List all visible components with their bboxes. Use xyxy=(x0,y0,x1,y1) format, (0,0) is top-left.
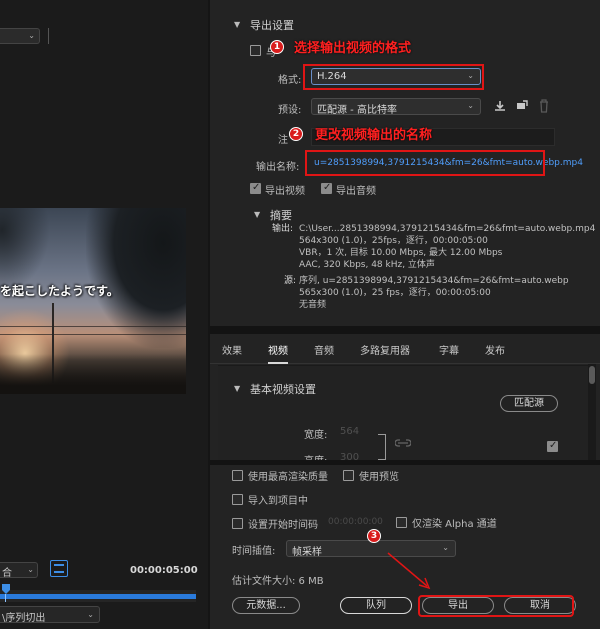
annotation-step-2-badge: 2 xyxy=(289,127,303,141)
estimated-file-size: 估计文件大小: 6 MB xyxy=(232,576,324,587)
fit-dropdown-value: 合 xyxy=(2,568,12,579)
use-previews-checkbox[interactable] xyxy=(343,470,354,481)
collapse-triangle-icon[interactable]: ▼ xyxy=(234,384,240,393)
import-to-project-label: 导入到项目中 xyxy=(248,496,308,507)
summary-line: 无音频 xyxy=(299,300,327,310)
chevron-down-icon: ⌄ xyxy=(27,565,34,574)
summary-line: C:\User...2851398994,3791215434&fm=26&fm… xyxy=(299,224,596,234)
max-render-quality-checkbox[interactable] xyxy=(232,470,243,481)
summary-line: 序列, u=2851398994,3791215434&fm=26&fmt=au… xyxy=(299,276,569,286)
chevron-down-icon: ⌄ xyxy=(467,101,474,110)
chevron-down-icon: ⌄ xyxy=(87,610,94,619)
annotation-arrow-icon xyxy=(387,552,431,590)
scrollbar-thumb[interactable] xyxy=(589,366,595,384)
tab-video[interactable]: 视频 xyxy=(268,342,288,364)
summary-output-label: 输出: xyxy=(272,224,294,234)
width-label: 宽度: xyxy=(304,430,328,441)
summary-line: AAC, 320 Kbps, 48 kHz, 立体声 xyxy=(299,260,435,270)
preview-tree-silhouette xyxy=(86,208,186,348)
marker-button[interactable] xyxy=(50,560,68,577)
video-preview xyxy=(0,208,186,394)
import-preset-icon[interactable] xyxy=(515,99,529,113)
export-video-checkbox[interactable] xyxy=(250,182,261,194)
tab-effects[interactable]: 效果 xyxy=(222,342,242,357)
link-icon[interactable] xyxy=(395,436,411,450)
source-range-value: \序列切出 xyxy=(2,613,46,624)
annotation-output-name-highlight xyxy=(305,150,545,176)
timeline-range-bar[interactable] xyxy=(0,594,196,599)
import-to-project-checkbox[interactable] xyxy=(232,494,243,505)
time-interpolation-label: 时间插值: xyxy=(232,546,276,557)
queue-button[interactable]: 队列 xyxy=(340,597,412,614)
comment-label: 注 xyxy=(278,135,288,146)
collapse-triangle-icon[interactable]: ▼ xyxy=(254,210,260,219)
export-audio-label: 导出音频 xyxy=(336,186,376,197)
save-preset-icon[interactable] xyxy=(493,99,507,113)
zoom-dropdown[interactable]: ⌄ xyxy=(0,28,40,44)
render-alpha-only-checkbox[interactable] xyxy=(396,517,407,528)
section-title-export-settings: 导出设置 xyxy=(250,19,294,32)
chevron-down-icon: ⌄ xyxy=(442,543,449,552)
panel-divider xyxy=(210,460,600,465)
annotation-export-highlight xyxy=(418,595,574,617)
aspect-link-bracket xyxy=(378,434,386,460)
delete-preset-icon[interactable] xyxy=(538,99,550,113)
annotation-step-1-badge: 1 xyxy=(270,40,284,54)
match-source-button[interactable]: 匹配源 xyxy=(500,395,558,412)
width-value[interactable]: 564 xyxy=(340,426,359,437)
tab-publish[interactable]: 发布 xyxy=(485,342,505,357)
tab-bar: 效果 视频 音频 多路复用器 字幕 发布 xyxy=(210,334,600,364)
metadata-button[interactable]: 元数据... xyxy=(232,597,300,614)
source-range-dropdown[interactable]: \序列切出 ⌄ xyxy=(0,606,100,624)
playhead-line xyxy=(5,594,6,602)
tab-audio[interactable]: 音频 xyxy=(314,342,334,357)
export-audio-checkbox[interactable] xyxy=(321,182,332,194)
summary-line: 565x300 (1.0)，25 fps，逐行，00:00:05:00 xyxy=(299,288,491,298)
max-render-quality-label: 使用最高渲染质量 xyxy=(248,472,328,483)
collapse-triangle-icon[interactable]: ▼ xyxy=(234,20,240,29)
annotation-step-2-text: 更改视频输出的名称 xyxy=(315,128,433,143)
preset-label: 预设: xyxy=(278,105,302,116)
export-video-label: 导出视频 xyxy=(265,186,305,197)
output-name-label: 输出名称: xyxy=(256,162,300,173)
preview-power-line xyxy=(0,334,186,335)
annotation-step-3-badge: 3 xyxy=(367,529,381,543)
summary-title: 摘要 xyxy=(270,209,292,222)
panel-divider xyxy=(210,326,600,334)
summary-line: VBR，1 次, 目标 10.00 Mbps, 最大 12.00 Mbps xyxy=(299,248,503,258)
program-monitor-panel: ⌄ を起こしたようです。 合 ⌄ 00:00:05:00 \序列切出 ⌄ xyxy=(0,0,208,629)
chevron-down-icon: ⌄ xyxy=(28,31,35,40)
render-alpha-only-label: 仅渲染 Alpha 通道 xyxy=(412,519,497,530)
format-label: 格式: xyxy=(278,75,302,86)
time-interpolation-value: 帧采样 xyxy=(292,547,322,558)
preset-value: 匹配源 - 高比特率 xyxy=(317,105,397,116)
preview-tree-silhouette xyxy=(0,208,50,293)
start-timecode-value[interactable]: 00:00:00:00 xyxy=(328,517,383,527)
match-sequence-checkbox[interactable] xyxy=(250,45,261,56)
export-settings-panel: ▼ 导出设置 与 格式: H.264 ⌄ 预设: 匹配源 - 高比特率 ⌄ 注 … xyxy=(208,0,600,629)
summary-source-label: 源: xyxy=(284,276,297,286)
summary-line: 564x300 (1.0)，25fps，逐行，00:00:05:00 xyxy=(299,236,488,246)
set-start-timecode-label: 设置开始时间码 xyxy=(248,520,318,531)
set-start-timecode-checkbox[interactable] xyxy=(232,518,243,529)
width-match-checkbox[interactable] xyxy=(547,440,558,452)
preset-dropdown[interactable]: 匹配源 - 高比特率 ⌄ xyxy=(311,98,481,116)
summary-output-lines: C:\User...2851398994,3791215434&fm=26&fm… xyxy=(299,223,599,271)
marker-icon xyxy=(54,564,64,573)
duration-timecode: 00:00:05:00 xyxy=(130,565,198,576)
use-previews-label: 使用预览 xyxy=(359,472,399,483)
annotation-step-1-text: 选择输出视频的格式 xyxy=(294,41,412,56)
tab-multiplexer[interactable]: 多路复用器 xyxy=(360,342,410,357)
summary-source-lines: 序列, u=2851398994,3791215434&fm=26&fmt=au… xyxy=(299,275,599,311)
fit-dropdown[interactable]: 合 ⌄ xyxy=(0,562,38,579)
divider xyxy=(48,28,49,44)
annotation-format-highlight xyxy=(303,64,484,90)
basic-video-title: 基本视频设置 xyxy=(250,383,316,396)
video-subtitle: を起こしたようです。 xyxy=(0,284,119,298)
preview-power-line xyxy=(0,326,186,327)
preview-ground xyxy=(0,354,186,394)
tab-captions[interactable]: 字幕 xyxy=(439,342,459,357)
